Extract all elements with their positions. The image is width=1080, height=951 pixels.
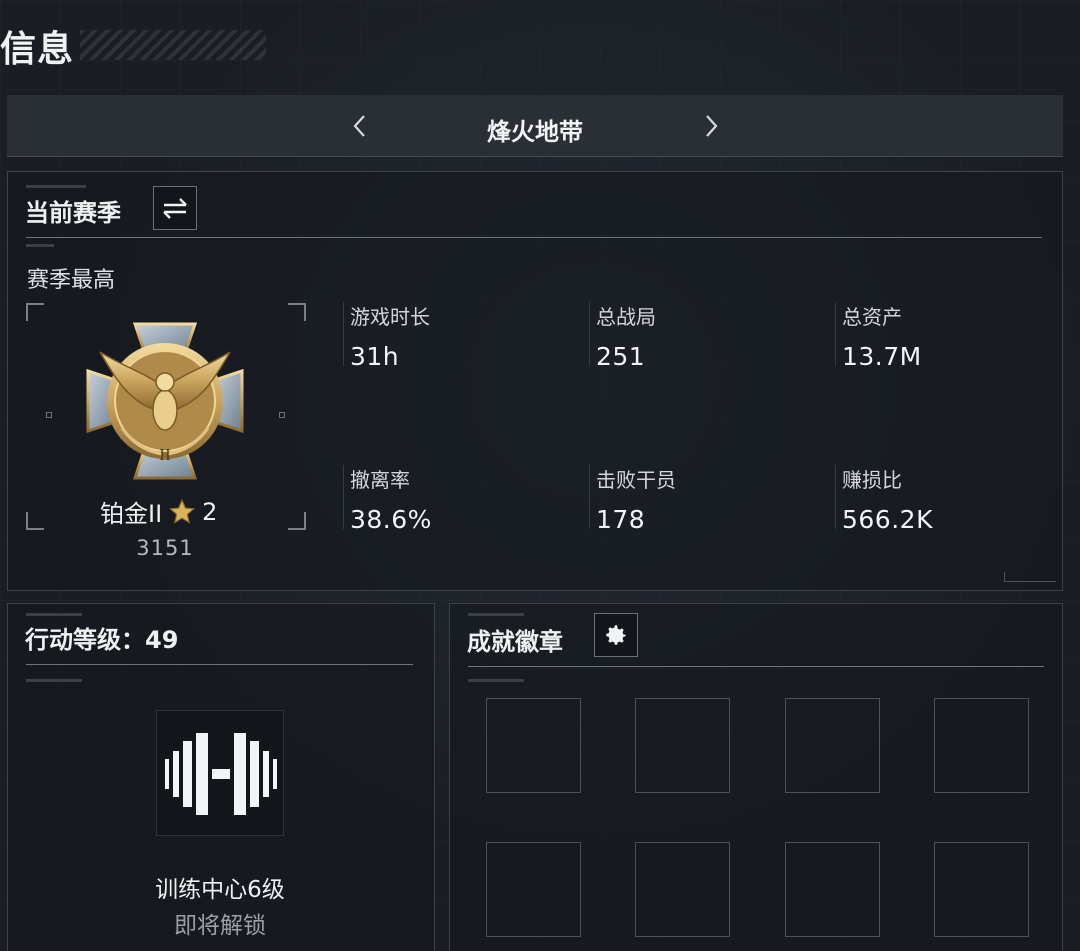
unlock-icon-frame (156, 710, 284, 836)
stat-value: 566.2K (842, 505, 933, 534)
rank-emblem-icon: II (82, 318, 248, 484)
chevron-right-icon (706, 115, 718, 137)
decor-stripe (26, 679, 82, 682)
stat-value: 31h (350, 342, 400, 371)
divider (26, 664, 413, 665)
decor-stripe (26, 244, 54, 247)
stat-label: 总资产 (842, 305, 902, 329)
frame-corner (26, 303, 44, 321)
decor-stripe (26, 185, 86, 188)
badge-slot[interactable] (635, 698, 730, 793)
badge-slot[interactable] (635, 842, 730, 937)
mode-switcher: 烽火地带 (7, 95, 1063, 157)
gear-icon (606, 625, 626, 645)
stat-separator (835, 465, 836, 529)
unlock-status: 即将解锁 (174, 913, 266, 939)
divider (26, 237, 1042, 238)
stat-label: 游戏时长 (350, 305, 430, 329)
stat-play-time: 游戏时长 31h (350, 301, 430, 371)
badge-slot[interactable] (934, 698, 1029, 793)
dumbbell-icon (165, 733, 277, 815)
stat-separator (343, 465, 344, 529)
rank-tier-numeral: II (159, 446, 171, 464)
badge-settings-button[interactable] (594, 613, 638, 657)
badges-panel-title: 成就徽章 (467, 628, 563, 656)
title-decoration (80, 30, 266, 60)
stat-label: 赚损比 (842, 468, 902, 492)
unlock-name: 训练中心6级 (155, 877, 285, 903)
stat-value: 13.7M (842, 342, 922, 371)
frame-marker (279, 412, 285, 418)
stat-extraction-rate: 撤离率 38.6% (350, 464, 432, 534)
swap-icon (163, 198, 187, 219)
page-title: 信息 (0, 29, 75, 70)
badge-slot[interactable] (785, 698, 880, 793)
badge-slot[interactable] (486, 842, 581, 937)
switch-season-button[interactable] (153, 186, 197, 230)
stat-operators-defeated: 击败干员 178 (596, 464, 676, 534)
divider (468, 666, 1044, 667)
decor-stripe (26, 613, 82, 616)
frame-corner (288, 303, 306, 321)
stat-separator (343, 302, 344, 366)
stat-value: 251 (596, 342, 646, 371)
stat-label: 总战局 (596, 305, 656, 329)
stat-total-matches: 总战局 251 (596, 301, 656, 371)
decor-stripe (468, 613, 524, 616)
stat-label: 撤离率 (350, 468, 410, 492)
next-mode-button[interactable] (696, 111, 726, 141)
badge-slot[interactable] (934, 842, 1029, 937)
stat-value: 178 (596, 505, 646, 534)
stat-separator (835, 302, 836, 366)
rank-label: 铂金II 2 (100, 494, 217, 529)
stat-separator (589, 465, 590, 529)
decor-stripe (468, 679, 524, 682)
stat-label: 击败干员 (596, 468, 676, 492)
frame-corner (26, 512, 44, 530)
rank-score: 3151 (136, 536, 194, 560)
frame-corner (288, 512, 306, 530)
star-icon (169, 498, 196, 524)
frame-marker (46, 412, 52, 418)
season-panel-title: 当前赛季 (25, 199, 121, 227)
level-panel-title: 行动等级：49 (25, 626, 179, 654)
season-best-label: 赛季最高 (27, 268, 116, 293)
stat-separator (589, 302, 590, 366)
rank-name: 铂金II (100, 500, 163, 528)
stat-profit-loss-ratio: 赚损比 566.2K (842, 464, 933, 534)
stat-total-assets: 总资产 13.7M (842, 301, 922, 371)
mode-title: 烽火地带 (487, 118, 583, 146)
rank-stars: 2 (202, 497, 218, 526)
stat-value: 38.6% (350, 505, 432, 534)
badge-slot[interactable] (486, 698, 581, 793)
corner-decoration (1004, 572, 1056, 582)
badge-slot[interactable] (785, 842, 880, 937)
